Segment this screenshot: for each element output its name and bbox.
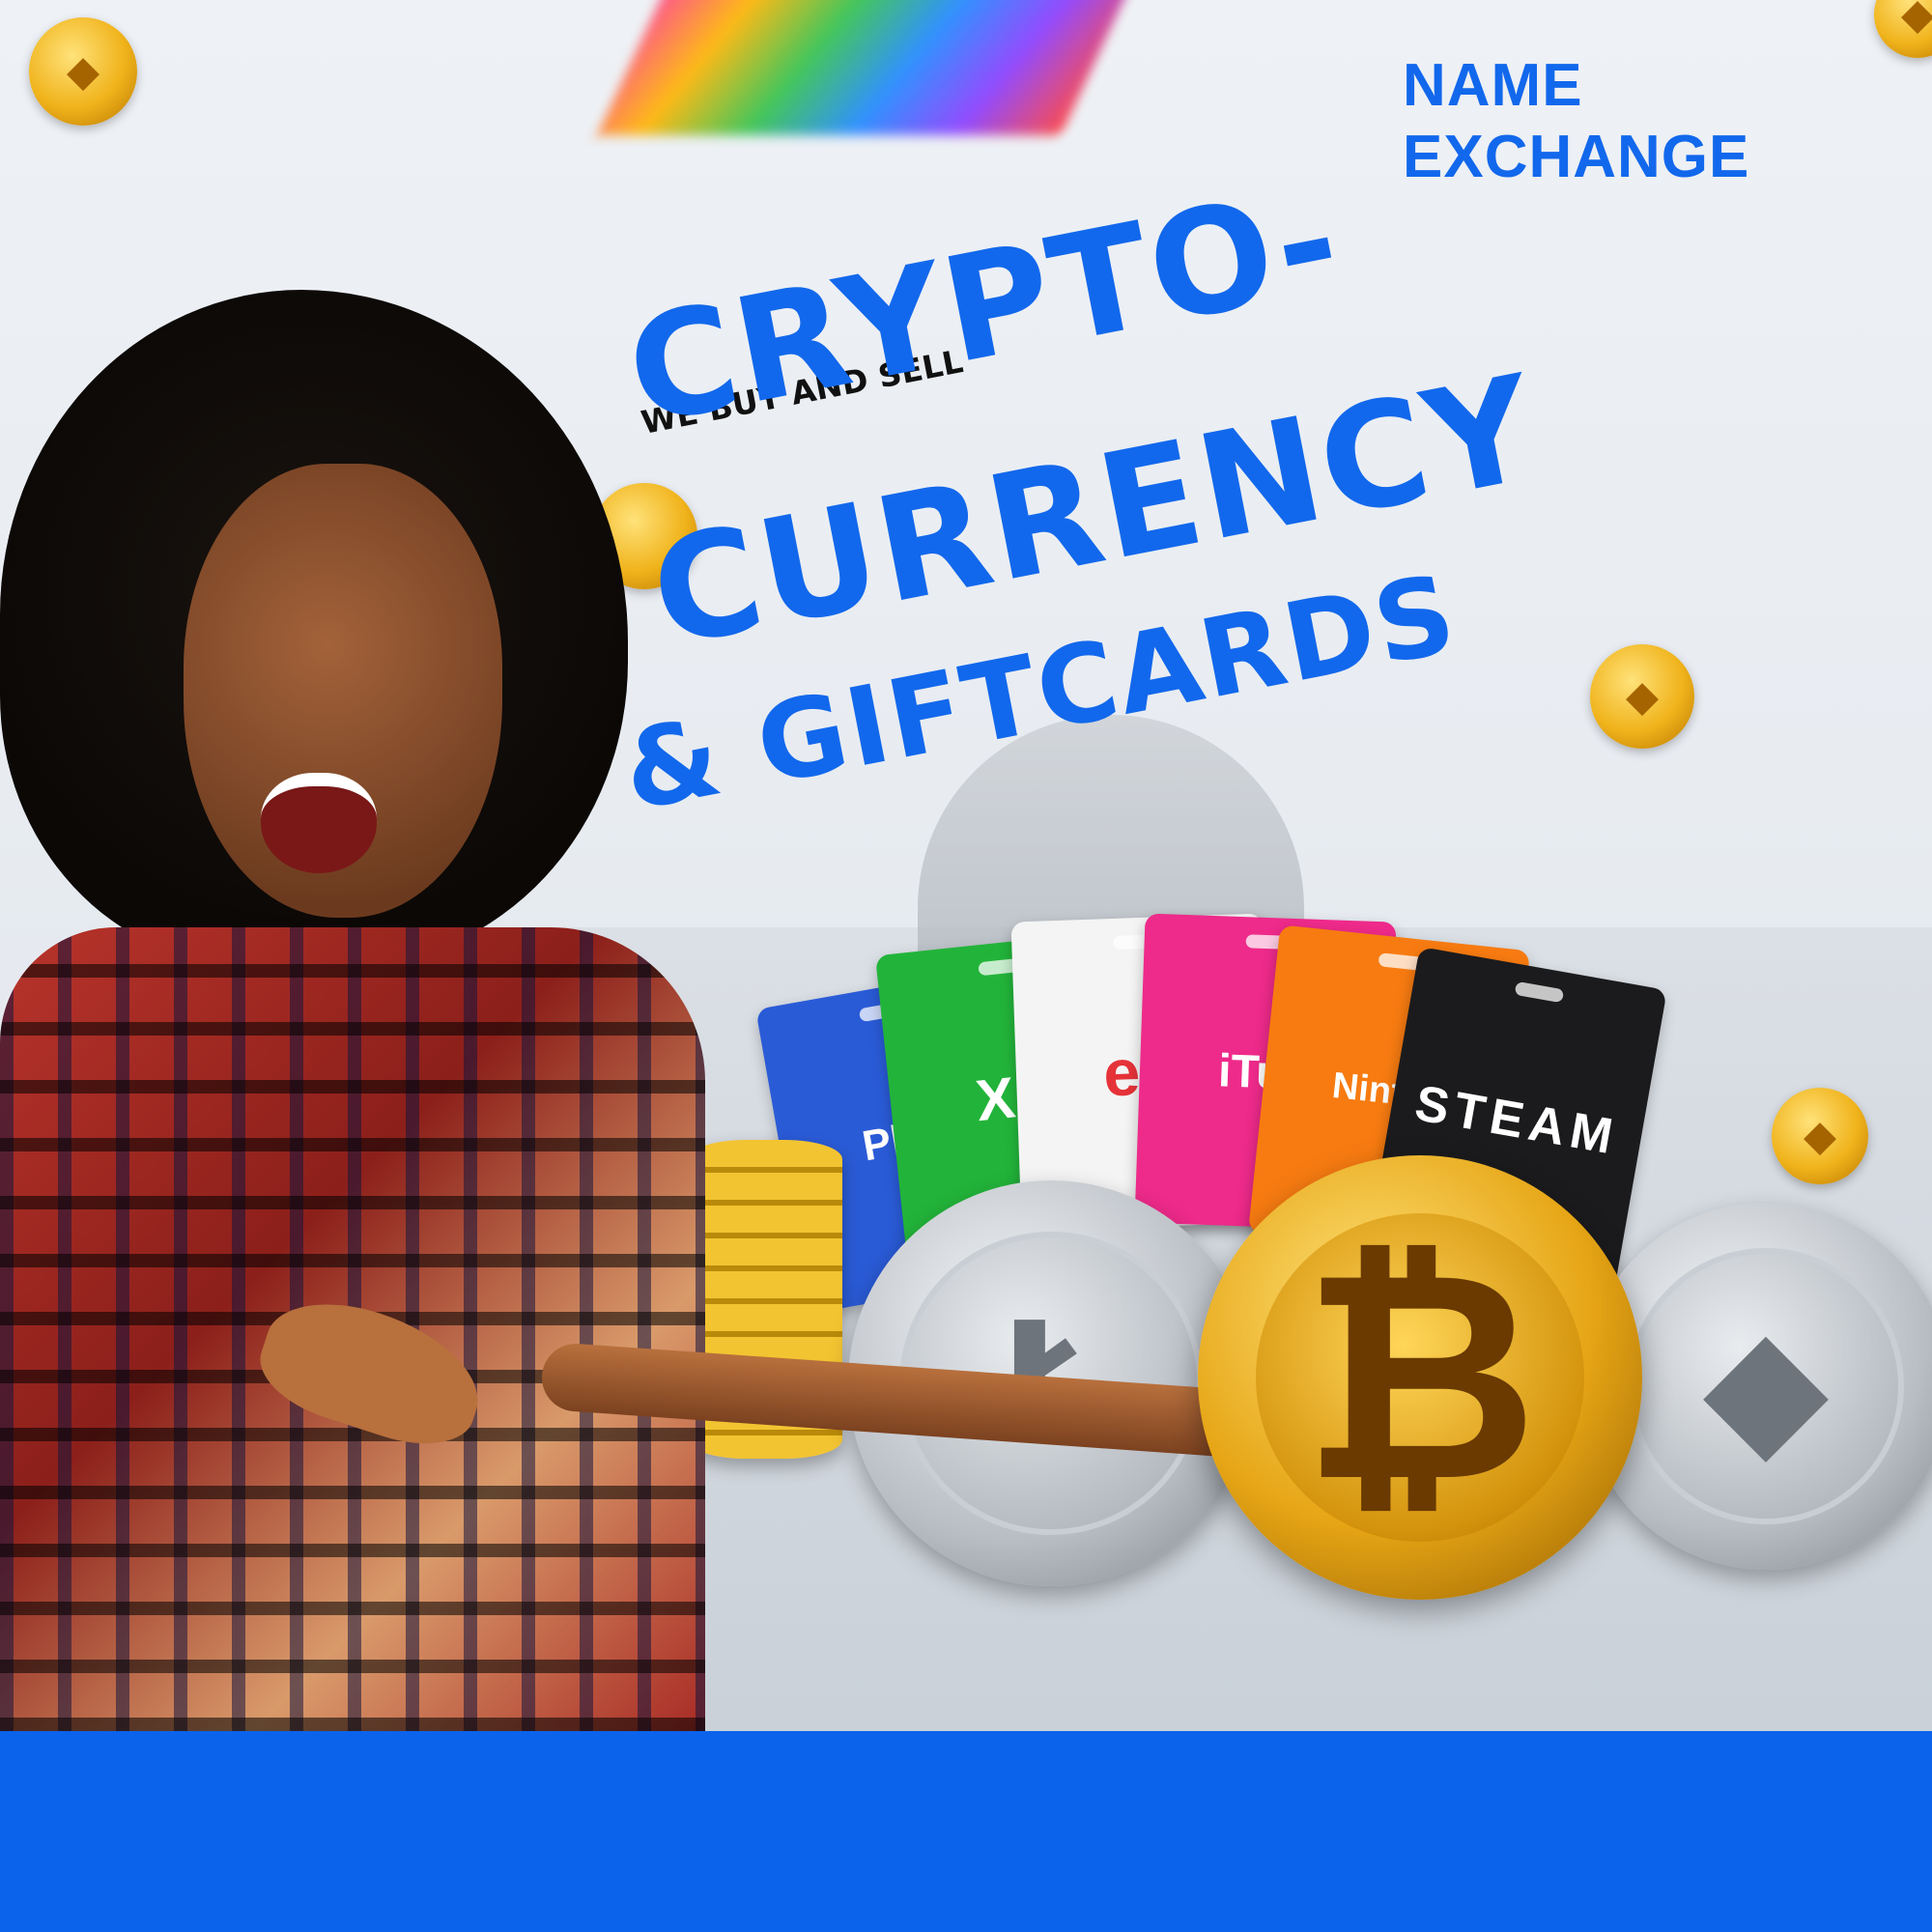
ethereum-coin-icon: ◆ <box>29 17 137 126</box>
bottom-band <box>0 1731 1932 1932</box>
ethereum-coin-icon: ◆ <box>1772 1088 1868 1184</box>
brand-line-2: EXCHANGE <box>1403 124 1750 190</box>
brand-name: NAME EXCHANGE <box>1403 50 1749 193</box>
color-swoosh <box>597 0 1142 135</box>
ethereum-coin-icon: ◆ <box>1590 644 1694 749</box>
bitcoin-icon: ₿ <box>1198 1155 1642 1600</box>
brand-line-1: NAME <box>1403 52 1583 119</box>
person-mouth <box>261 773 377 873</box>
